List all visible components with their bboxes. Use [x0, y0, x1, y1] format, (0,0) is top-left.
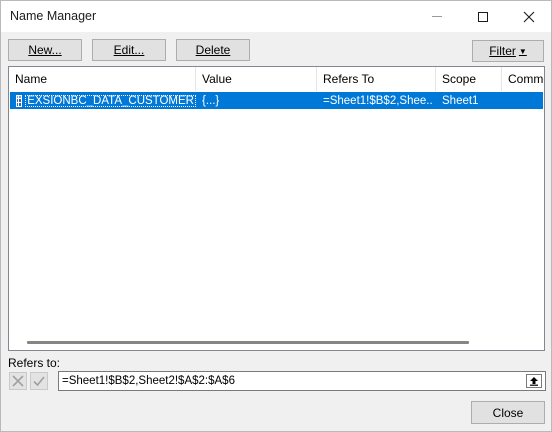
- collapse-dialog-icon: [530, 377, 538, 386]
- row-name-cell: EXSIONBC_DATA_CUSTOMER: [16, 92, 196, 109]
- range-grid-icon: [16, 94, 23, 107]
- title-bar: Name Manager: [1, 1, 551, 32]
- refers-to-label: Refers to:: [8, 356, 61, 370]
- checkmark-icon: [33, 376, 45, 387]
- row-refers-to: =Sheet1!$B$2,Shee...: [323, 94, 433, 107]
- list-header: Name Value Refers To Scope Comme: [9, 67, 544, 91]
- delete-button[interactable]: Delete: [176, 39, 250, 61]
- close-button[interactable]: Close: [471, 401, 545, 424]
- confirm-edit-button[interactable]: [30, 372, 48, 390]
- minimize-button[interactable]: [414, 1, 460, 32]
- list-row-selected[interactable]: EXSIONBC_DATA_CUSTOMER {...} =Sheet1!$B$…: [10, 92, 543, 109]
- row-name: EXSIONBC_DATA_CUSTOMER: [25, 94, 196, 107]
- row-scope: Sheet1: [442, 94, 479, 107]
- collapse-dialog-button[interactable]: [526, 374, 542, 388]
- dropdown-arrow-icon: ▼: [518, 46, 527, 56]
- horizontal-scrollbar[interactable]: [27, 341, 469, 344]
- column-header-comment[interactable]: Comme: [502, 67, 544, 91]
- column-header-refers-to[interactable]: Refers To: [317, 67, 436, 91]
- filter-label: Filter: [489, 44, 516, 58]
- new-button[interactable]: New...: [8, 39, 82, 61]
- close-window-button[interactable]: [506, 1, 552, 32]
- maximize-icon: [478, 11, 488, 22]
- column-header-scope[interactable]: Scope: [436, 67, 502, 91]
- names-list[interactable]: Name Value Refers To Scope Comme EXSIONB…: [8, 66, 545, 351]
- column-header-value[interactable]: Value: [196, 67, 317, 91]
- edit-button[interactable]: Edit...: [92, 39, 166, 61]
- filter-button[interactable]: Filter ▼: [472, 40, 544, 62]
- maximize-button[interactable]: [460, 1, 506, 32]
- cancel-x-icon: [12, 375, 24, 387]
- column-header-name[interactable]: Name: [9, 67, 196, 91]
- cancel-edit-button[interactable]: [9, 372, 27, 390]
- name-manager-dialog: Name Manager New... Edit... Delete Filte…: [0, 0, 552, 432]
- refers-to-input[interactable]: =Sheet1!$B$2,Sheet2!$A$2:$A$6: [58, 371, 546, 391]
- close-icon: [523, 11, 535, 22]
- window-title: Name Manager: [10, 9, 97, 23]
- refers-to-value: =Sheet1!$B$2,Sheet2!$A$2:$A$6: [62, 375, 235, 387]
- row-value: {...}: [202, 94, 220, 107]
- minimize-icon: [432, 16, 442, 17]
